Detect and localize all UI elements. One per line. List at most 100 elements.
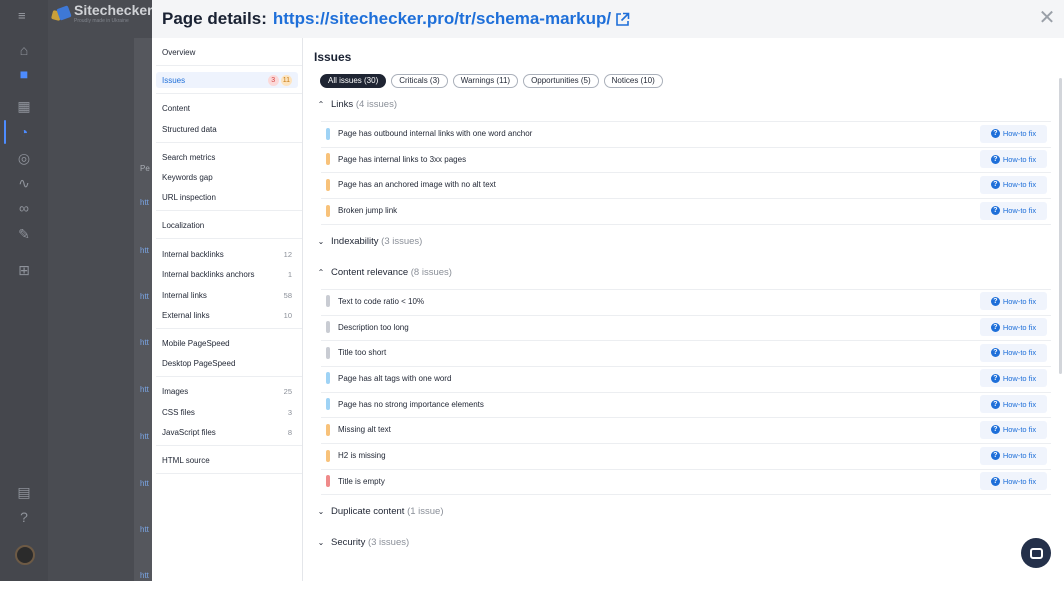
filter-criticals[interactable]: Criticals (3) <box>391 74 448 88</box>
scrollbar[interactable] <box>1059 78 1062 374</box>
target-icon[interactable]: ◎ <box>14 148 34 168</box>
issue-row[interactable]: Title is empty ? How-to fix <box>321 468 1051 493</box>
how-to-fix-button[interactable]: ? How-to fix <box>980 369 1047 388</box>
issue-row[interactable]: Description too long ? How-to fix <box>321 314 1051 339</box>
severity-indicator <box>326 127 330 140</box>
how-to-fix-button[interactable]: ? How-to fix <box>980 472 1047 491</box>
sidebar-item-count: 1 <box>287 269 292 279</box>
how-to-fix-button[interactable]: ? How-to fix <box>980 150 1047 169</box>
issue-row[interactable]: Title too short? How-to fix <box>321 340 1051 364</box>
sidebar-item-mobile-pagespeed[interactable]: Mobile PageSpeed <box>156 335 298 351</box>
issue-title: Page has no strong importance elements <box>338 399 484 409</box>
background-link[interactable]: htt <box>140 479 149 488</box>
issue-row[interactable]: H2 is missing ? How-to fix <box>321 443 1051 467</box>
background-link[interactable]: htt <box>140 571 149 580</box>
sidebar-item-internal-links[interactable]: Internal links 58 <box>156 287 298 303</box>
wand-icon[interactable]: ✎ <box>14 224 34 244</box>
issue-row[interactable]: Page has outbound internal links with on… <box>321 121 1051 145</box>
group-header[interactable]: ⌃ Links (4 issues) <box>317 99 397 110</box>
issue-title: Page has internal links to 3xx pages <box>338 154 467 164</box>
background-link[interactable]: htt <box>140 338 149 347</box>
filter-all-issues[interactable]: All issues (30) <box>320 74 387 88</box>
divider <box>156 210 302 211</box>
group-header[interactable]: ⌄ Duplicate content (1 issue) <box>317 506 444 517</box>
issue-title: Description too long <box>338 322 409 332</box>
issue-row[interactable]: Text to code ratio < 10%? How-to fix <box>321 288 1051 313</box>
sidebar-item-keywords-gap[interactable]: Keywords gap <box>156 169 298 185</box>
group-header[interactable]: ⌄ Security (3 issues) <box>317 537 410 549</box>
sidebar-item-internal-backlinks-anchors[interactable]: Internal backlinks anchors 1 <box>156 266 298 282</box>
issue-row[interactable]: Page has alt tags with one word? How-to f… <box>321 365 1051 390</box>
details-sidebar: Overview Issues 3 11 Content Structured … <box>152 38 303 581</box>
sidebar-item-label: Mobile PageSpeed <box>162 338 230 348</box>
issue-title: H2 is missing <box>338 451 386 460</box>
sidebar-item-external-links[interactable]: External links 10 <box>156 307 298 323</box>
group-header[interactable]: ⌃ Content relevance (8 issues) <box>317 267 452 278</box>
sidebar-item-label: Images <box>162 386 189 396</box>
filter-opportunities[interactable]: Opportunities (5) <box>523 74 599 88</box>
background-link[interactable]: htt <box>140 292 149 301</box>
background-link[interactable]: htt <box>140 385 149 394</box>
issue-title: Broken jump link <box>338 206 398 216</box>
sidebar-item-desktop-pagespeed[interactable]: Desktop PageSpeed <box>156 355 298 371</box>
filter-notices[interactable]: Notices (10) <box>603 74 663 88</box>
home-icon[interactable]: ⌂ <box>14 40 34 60</box>
sidebar-item-issues[interactable]: Issues 3 11 <box>156 72 298 88</box>
logo[interactable]: Sitechecker Proudly made in Ukraine <box>52 3 153 25</box>
background-link[interactable]: htt <box>140 198 149 207</box>
sidebar-item-content[interactable]: Content <box>156 100 298 116</box>
book-icon[interactable]: ▤ <box>14 482 34 502</box>
chat-icon[interactable] <box>1021 538 1051 568</box>
issue-row[interactable]: Missing alt text? How-to fix <box>321 417 1051 441</box>
how-to-fix-button[interactable]: ? How-to fix <box>980 395 1047 414</box>
how-to-fix-button[interactable]: ? How-to fix <box>980 446 1047 465</box>
external-link-icon[interactable] <box>615 12 630 27</box>
how-to-fix-button[interactable]: ? How-to fix <box>980 124 1047 143</box>
sidebar-item-url-inspection[interactable]: URL inspection <box>156 189 298 205</box>
severity-indicator <box>326 321 330 333</box>
how-to-fix-button[interactable]: ? How-to fix <box>980 175 1047 194</box>
sidebar-item-search-metrics[interactable]: Search metrics <box>156 149 298 165</box>
sidebar-item-overview[interactable]: Overview <box>156 44 298 60</box>
sidebar-item-html-source[interactable]: HTML source <box>156 452 298 468</box>
page-url-link[interactable]: https://sitechecker.pro/tr/schema-markup… <box>273 9 611 29</box>
apps-icon[interactable]: ⊞ <box>14 260 34 280</box>
divider <box>156 93 302 94</box>
sidebar-item-css-files[interactable]: CSS files 3 <box>156 404 298 420</box>
sidebar-item-internal-backlinks[interactable]: Internal backlinks 12 <box>156 246 298 262</box>
divider <box>156 65 302 66</box>
group-issue-count: (4 issues) <box>355 99 398 110</box>
issue-row[interactable]: Page has internal links to 3xx pages ? How… <box>321 146 1051 171</box>
background-link[interactable]: htt <box>140 246 149 255</box>
sidebar-item-label: Overview <box>162 47 196 57</box>
trend-icon[interactable]: ∿ <box>14 173 34 193</box>
sidebar-item-javascript-files[interactable]: JavaScript files 8 <box>156 424 298 440</box>
hamburger-menu-icon[interactable]: ≡ <box>18 8 26 23</box>
how-to-fix-button[interactable]: ? How-to fix <box>980 201 1047 220</box>
how-to-fix-button[interactable]: ? How-to fix <box>980 292 1047 311</box>
help-icon[interactable]: ? <box>14 507 34 527</box>
project-icon[interactable]: ■ <box>14 64 34 84</box>
close-icon[interactable]: ✕ <box>1038 8 1056 28</box>
sidebar-item-label: URL inspection <box>162 192 216 202</box>
sidebar-item-structured-data[interactable]: Structured data <box>156 121 298 137</box>
sidebar-item-images[interactable]: Images 25 <box>156 383 298 399</box>
group-header[interactable]: ⌄ Indexability (3 issues) <box>317 236 423 247</box>
background-link[interactable]: htt <box>140 525 149 534</box>
issue-row[interactable]: Page has no strong importance elements ? H… <box>321 391 1051 416</box>
issue-row[interactable]: Broken jump link ? How-to fix <box>321 198 1051 222</box>
user-avatar[interactable] <box>15 545 35 565</box>
background-link[interactable]: htt <box>140 432 149 441</box>
issue-title: Title is empty <box>338 476 385 486</box>
how-to-fix-button[interactable]: ? How-to fix <box>980 343 1047 362</box>
how-to-fix-button[interactable]: ? How-to fix <box>980 420 1047 439</box>
issue-row[interactable]: Page has an anchored image with no alt t… <box>321 172 1051 196</box>
filter-warnings[interactable]: Warnings (11) <box>452 74 519 88</box>
group-name: Security <box>331 537 366 549</box>
how-to-fix-button[interactable]: ? How-to fix <box>980 318 1047 336</box>
sidebar-item-localization[interactable]: Localization <box>156 217 298 233</box>
app-rail: ≡ ⌂ ■ ▦ ◔ ◎ ∿ ∞ ✎ ⊞ ▤ ? <box>0 0 48 581</box>
grid-icon[interactable]: ▦ <box>14 96 34 116</box>
dashboard-icon[interactable]: ◔ <box>14 122 34 142</box>
link-icon[interactable]: ∞ <box>14 198 34 218</box>
